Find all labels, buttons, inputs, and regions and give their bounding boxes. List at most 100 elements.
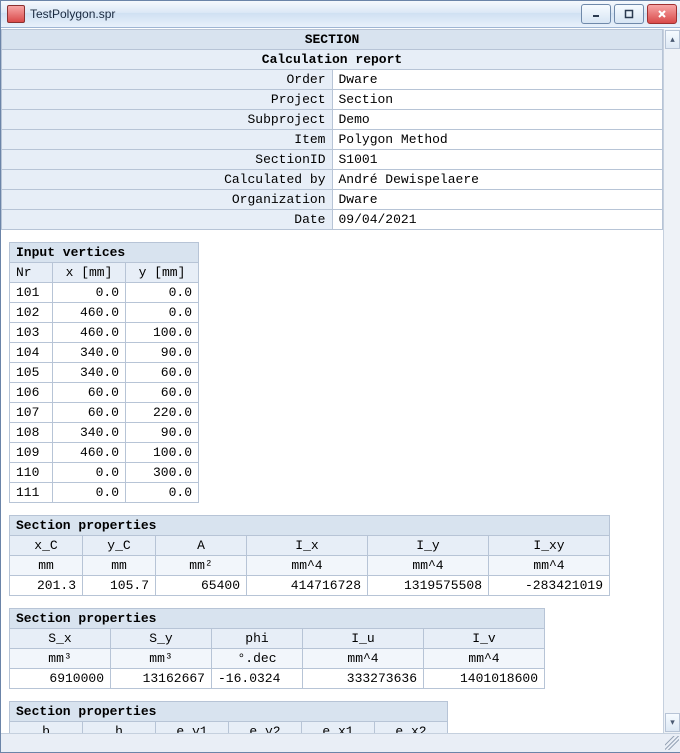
table-row: 109460.0100.0 bbox=[10, 443, 199, 463]
cell: 110 bbox=[10, 463, 53, 483]
vertical-scrollbar[interactable]: ▴ ▾ bbox=[663, 29, 680, 733]
cell: 340.0 bbox=[53, 423, 126, 443]
report-value: 09/04/2021 bbox=[332, 210, 663, 230]
col-unit: mm^4 bbox=[424, 649, 545, 669]
cell: 105.7 bbox=[83, 576, 156, 596]
col-unit: mm^4 bbox=[368, 556, 489, 576]
vertices-header: y [mm] bbox=[126, 263, 199, 283]
report-label: Order bbox=[2, 70, 333, 90]
table-row: 10660.060.0 bbox=[10, 383, 199, 403]
close-button[interactable] bbox=[647, 4, 677, 24]
vertices-title: Input vertices bbox=[10, 243, 199, 263]
cell: 333273636 bbox=[303, 669, 424, 689]
cell: 0.0 bbox=[126, 283, 199, 303]
app-icon bbox=[7, 5, 25, 23]
cell: 106 bbox=[10, 383, 53, 403]
cell: 60.0 bbox=[126, 383, 199, 403]
cell: 101 bbox=[10, 283, 53, 303]
maximize-button[interactable] bbox=[614, 4, 644, 24]
cell: 109 bbox=[10, 443, 53, 463]
cell: 90.0 bbox=[126, 343, 199, 363]
cell: 0.0 bbox=[126, 303, 199, 323]
cell: 0.0 bbox=[53, 483, 126, 503]
cell: 60.0 bbox=[53, 383, 126, 403]
cell: 460.0 bbox=[53, 323, 126, 343]
report-value: Section bbox=[332, 90, 663, 110]
col-header: phi bbox=[212, 629, 303, 649]
col-unit: mm³ bbox=[10, 649, 111, 669]
props1-table: Section properties x_Cy_CAI_xI_yI_xymmmm… bbox=[9, 515, 610, 596]
client-area: SECTION Calculation report Order Dware Pro… bbox=[1, 28, 680, 733]
scroll-down-button[interactable]: ▾ bbox=[665, 713, 680, 732]
minimize-icon bbox=[591, 9, 601, 19]
col-unit: mm^4 bbox=[247, 556, 368, 576]
cell: 6910000 bbox=[10, 669, 111, 689]
report-label: Subproject bbox=[2, 110, 333, 130]
close-icon bbox=[657, 9, 667, 19]
cell: 105 bbox=[10, 363, 53, 383]
report-value: Demo bbox=[332, 110, 663, 130]
window-buttons bbox=[581, 4, 677, 24]
col-unit: mm bbox=[10, 556, 83, 576]
cell: 100.0 bbox=[126, 323, 199, 343]
cell: 1401018600 bbox=[424, 669, 545, 689]
minimize-button[interactable] bbox=[581, 4, 611, 24]
titlebar[interactable]: TestPolygon.spr bbox=[1, 1, 680, 28]
cell: 60.0 bbox=[53, 403, 126, 423]
col-header: A bbox=[156, 536, 247, 556]
col-unit: mm^4 bbox=[303, 649, 424, 669]
props2-table: Section properties S_xS_yphiI_uI_vmm³mm³… bbox=[9, 608, 545, 689]
cell: 100.0 bbox=[126, 443, 199, 463]
report-label: Calculated by bbox=[2, 170, 333, 190]
col-header: e_y2 bbox=[229, 722, 302, 734]
report-header-table: SECTION Calculation report Order Dware Pro… bbox=[1, 29, 663, 230]
report-value: André Dewispelaere bbox=[332, 170, 663, 190]
scroll-track[interactable] bbox=[664, 50, 680, 712]
cell: 0.0 bbox=[126, 483, 199, 503]
cell: 60.0 bbox=[126, 363, 199, 383]
col-header: I_xy bbox=[489, 536, 610, 556]
col-header: h bbox=[83, 722, 156, 734]
props1-title: Section properties bbox=[10, 516, 610, 536]
size-grip[interactable] bbox=[665, 736, 679, 750]
cell: -283421019 bbox=[489, 576, 610, 596]
report-label: Organization bbox=[2, 190, 333, 210]
vertices-table: Input vertices Nrx [mm]y [mm] 1010.00.01… bbox=[9, 242, 199, 503]
cell: 300.0 bbox=[126, 463, 199, 483]
cell: 103 bbox=[10, 323, 53, 343]
cell: 201.3 bbox=[10, 576, 83, 596]
col-unit: mm^4 bbox=[489, 556, 610, 576]
report-label: Project bbox=[2, 90, 333, 110]
vertices-header: Nr bbox=[10, 263, 53, 283]
cell: 0.0 bbox=[53, 283, 126, 303]
table-row: 1100.0300.0 bbox=[10, 463, 199, 483]
report-subtitle: Calculation report bbox=[2, 50, 663, 70]
maximize-icon bbox=[624, 9, 634, 19]
table-row: 108340.090.0 bbox=[10, 423, 199, 443]
report-label: SectionID bbox=[2, 150, 333, 170]
cell: 102 bbox=[10, 303, 53, 323]
cell: 90.0 bbox=[126, 423, 199, 443]
cell: -16.0324 bbox=[212, 669, 303, 689]
vertices-header: x [mm] bbox=[53, 263, 126, 283]
report-value: Polygon Method bbox=[332, 130, 663, 150]
cell: 460.0 bbox=[53, 303, 126, 323]
report-label: Date bbox=[2, 210, 333, 230]
report-value: Dware bbox=[332, 190, 663, 210]
col-header: S_x bbox=[10, 629, 111, 649]
cell: 220.0 bbox=[126, 403, 199, 423]
col-header: I_y bbox=[368, 536, 489, 556]
cell: 340.0 bbox=[53, 363, 126, 383]
col-header: e_y1 bbox=[156, 722, 229, 734]
table-row: 102460.00.0 bbox=[10, 303, 199, 323]
scroll-up-button[interactable]: ▴ bbox=[665, 30, 680, 49]
table-row: 1010.00.0 bbox=[10, 283, 199, 303]
section-title: SECTION bbox=[2, 30, 663, 50]
col-header: I_x bbox=[247, 536, 368, 556]
chevron-up-icon: ▴ bbox=[670, 35, 675, 45]
cell: 1319575508 bbox=[368, 576, 489, 596]
col-header: S_y bbox=[111, 629, 212, 649]
table-row: 103460.0100.0 bbox=[10, 323, 199, 343]
cell: 460.0 bbox=[53, 443, 126, 463]
cell: 13162667 bbox=[111, 669, 212, 689]
